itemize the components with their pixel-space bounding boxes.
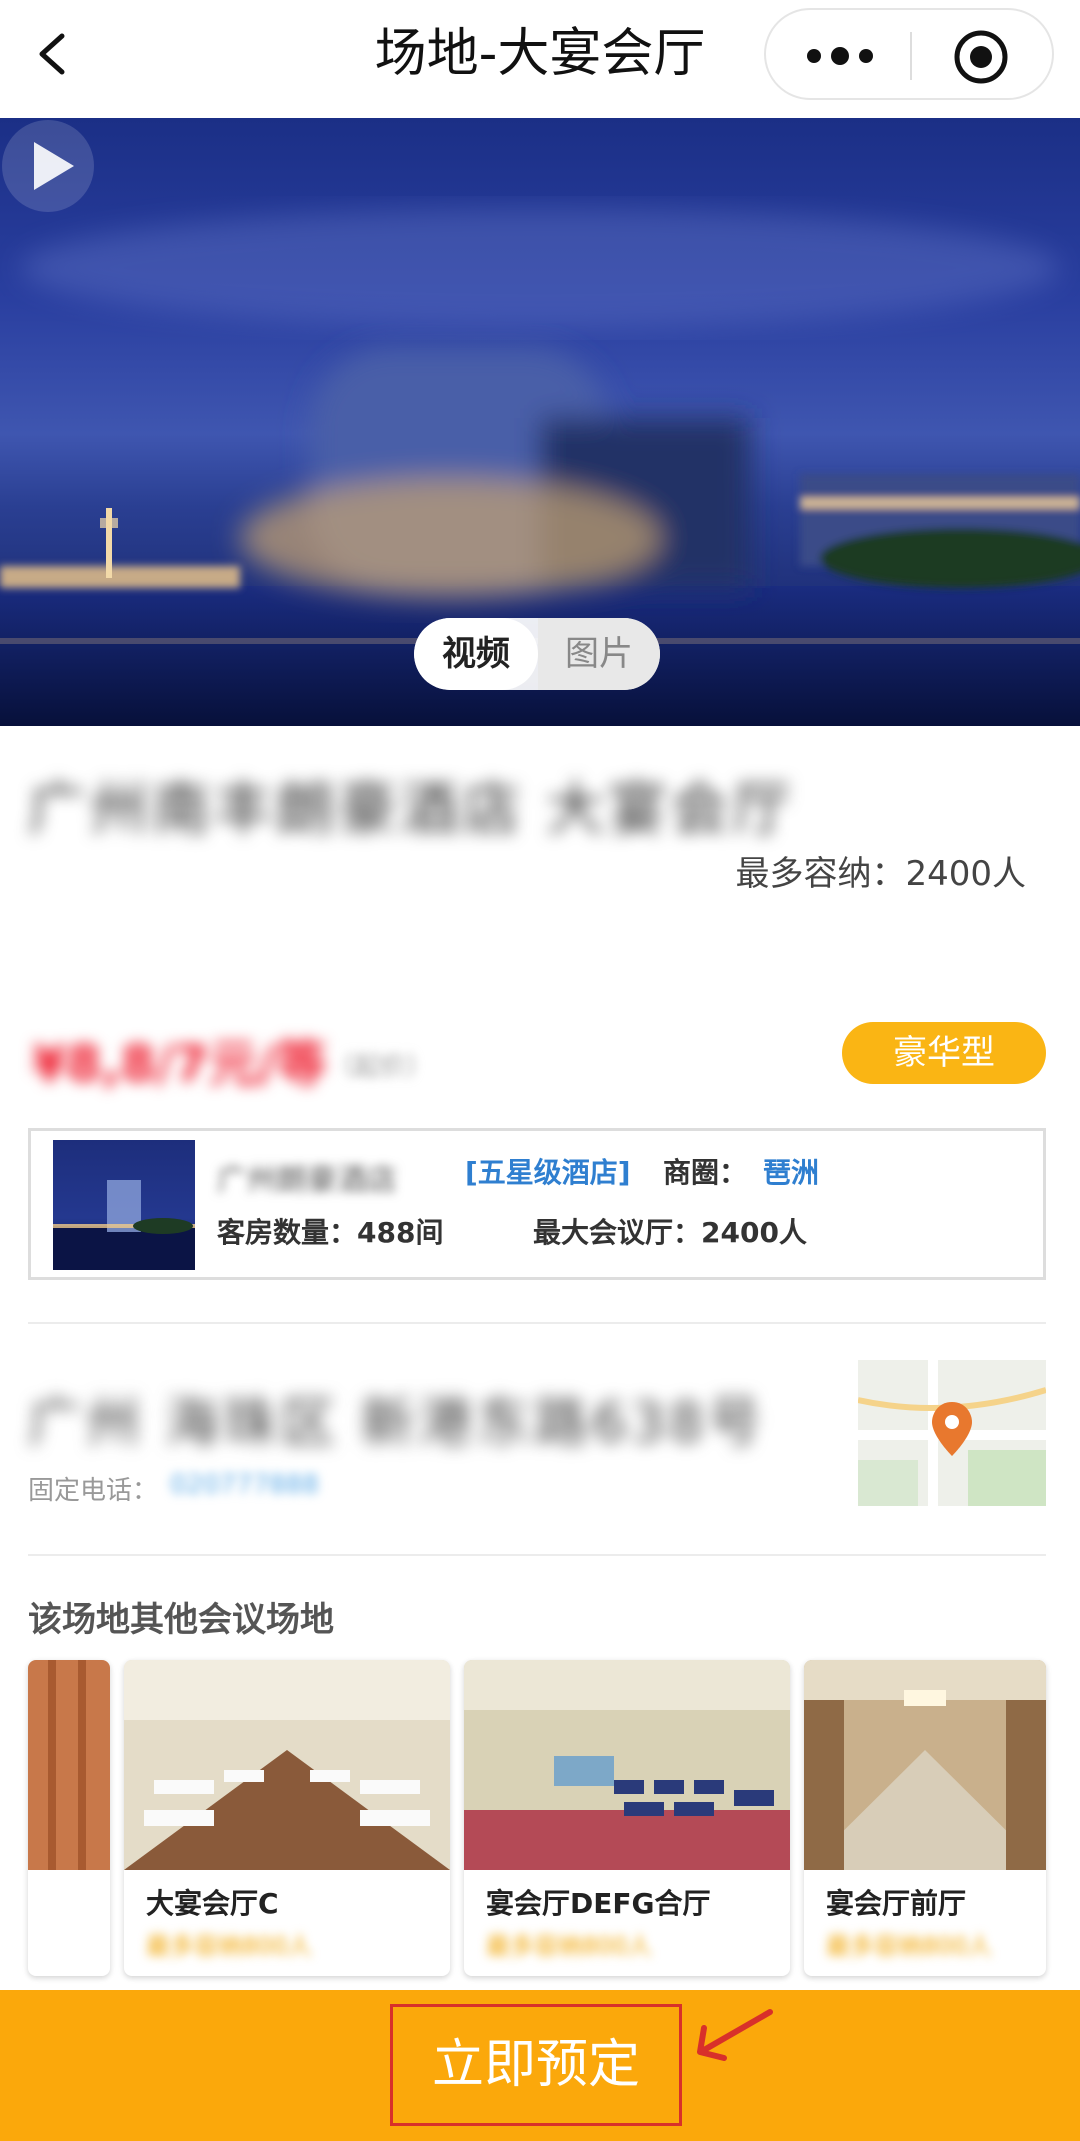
map-thumbnail[interactable] bbox=[858, 1360, 1046, 1506]
hotel-card[interactable]: 广州朗豪酒店 [五星级酒店] 商圈： 琶洲 客房数量：488间 最大会议厅：24… bbox=[28, 1128, 1046, 1280]
venue-name: 宴会厅DEFG合厅 bbox=[486, 1887, 711, 1920]
venue-card[interactable]: 宴会厅前厅 最多容纳800人 bbox=[804, 1660, 1046, 1976]
other-venues-title: 该场地其他会议场地 bbox=[28, 1600, 334, 1640]
venue-name: 大宴会厅C bbox=[146, 1887, 279, 1920]
bottom-action-bar: 立即预定 bbox=[0, 1990, 1080, 2141]
price-note: （起价） bbox=[328, 1052, 433, 1082]
venue-image bbox=[124, 1660, 450, 1870]
venue-card[interactable]: 大宴会厅C 最多容纳800人 bbox=[124, 1660, 450, 1976]
more-dots-icon[interactable] bbox=[802, 40, 878, 72]
top-nav-bar: 场地-大宴会厅 bbox=[0, 0, 1080, 118]
media-toggle: 视频 图片 bbox=[414, 618, 660, 690]
play-icon[interactable] bbox=[0, 118, 96, 214]
venue-title: 广州南丰朗豪酒店 大宴会厅 bbox=[28, 775, 795, 843]
venue-image bbox=[464, 1660, 790, 1870]
max-hall-capacity: 最大会议厅：2400人 bbox=[533, 1216, 807, 1249]
tab-video[interactable]: 视频 bbox=[414, 618, 538, 690]
hero-media[interactable]: 视频 图片 bbox=[0, 118, 1080, 726]
divider bbox=[28, 1322, 1046, 1324]
hotel-thumbnail bbox=[53, 1140, 195, 1270]
target-icon[interactable] bbox=[952, 28, 1010, 86]
phone-number[interactable]: 020777888 bbox=[170, 1470, 319, 1500]
tab-photo[interactable]: 图片 bbox=[538, 618, 660, 690]
phone-label: 固定电话： bbox=[28, 1476, 159, 1506]
business-area-value[interactable]: 琶洲 bbox=[763, 1151, 819, 1191]
price-text: ¥8,8/7元/等 bbox=[32, 1035, 327, 1093]
venue-capacity: 最多容纳800人 bbox=[146, 1932, 312, 1960]
room-count: 客房数量：488间 bbox=[217, 1216, 444, 1249]
arrow-annotation-icon bbox=[697, 2009, 773, 2061]
venue-image bbox=[804, 1660, 1046, 1870]
divider bbox=[28, 1554, 1046, 1556]
hotel-star-rating: [五星级酒店] bbox=[465, 1156, 631, 1189]
mini-program-capsule bbox=[764, 8, 1054, 100]
tier-badge: 豪华型 bbox=[842, 1022, 1046, 1084]
venue-card[interactable]: 宴会厅DEFG合厅 最多容纳800人 bbox=[464, 1660, 790, 1976]
venue-capacity: 最多容纳800人 bbox=[826, 1932, 992, 1960]
book-now-button[interactable]: 立即预定 bbox=[390, 2004, 682, 2126]
capacity-text: 最多容纳：2400人 bbox=[735, 854, 1026, 894]
venue-capacity: 最多容纳800人 bbox=[486, 1932, 652, 1960]
venue-image bbox=[28, 1660, 110, 1870]
venue-card-partial[interactable] bbox=[28, 1660, 110, 1976]
capsule-divider bbox=[910, 32, 912, 80]
business-area-label: 商圈： bbox=[663, 1156, 748, 1189]
venue-name: 宴会厅前厅 bbox=[826, 1887, 967, 1920]
venue-address: 广州 海珠区 新港东路638号 bbox=[28, 1391, 766, 1454]
hotel-name: 广州朗豪酒店 bbox=[217, 1163, 397, 1198]
